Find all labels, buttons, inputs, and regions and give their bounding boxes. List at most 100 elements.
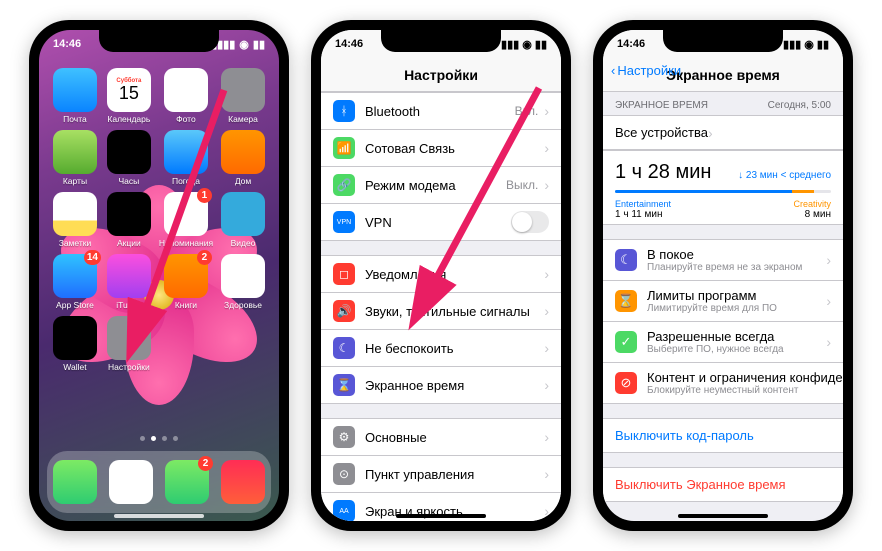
option-always-allowed[interactable]: ✓Разрешенные всегдаВыберите ПО, нужное в… <box>603 322 843 363</box>
app-camera[interactable]: Камера <box>219 68 267 124</box>
badge: 1 <box>140 312 155 327</box>
cell-sub: Выберите ПО, нужное всегда <box>647 344 826 355</box>
cell-label: Основные <box>365 430 544 445</box>
screentime-screen: 14:46 ▮▮▮ ◉ ▮▮ ‹ Настройки Экранное врем… <box>603 30 843 521</box>
app-video[interactable]: Видео <box>219 192 267 248</box>
general-icon: ⚙ <box>333 426 355 448</box>
settings-row-sounds[interactable]: 🔊Звуки, тактильные сигналы› <box>321 293 561 330</box>
messages-app[interactable]: 2 <box>165 460 209 504</box>
cell-label: В покое <box>647 247 826 262</box>
chevron-icon: › <box>544 377 549 393</box>
notch <box>99 30 219 52</box>
app-wallet[interactable]: Wallet <box>51 316 99 372</box>
app-label: App Store <box>56 300 94 310</box>
health-icon <box>221 254 265 298</box>
cell-label: Разрешенные всегда <box>647 329 826 344</box>
app-itunes[interactable]: iTunes <box>105 254 153 310</box>
toggle[interactable] <box>511 211 549 233</box>
disable-screentime-link[interactable]: Выключить Экранное время <box>603 467 843 502</box>
usage-total: 1 ч 28 мин <box>615 161 711 184</box>
home-screen[interactable]: 14:46 ▮▮▮▮ ◉ ▮▮ ПочтаСуббота15КалендарьФ… <box>39 30 279 521</box>
app-label: Настройки <box>108 362 150 372</box>
home-icon <box>221 130 265 174</box>
camera-icon <box>221 68 265 112</box>
settings-row-dnd[interactable]: ☾Не беспокоить› <box>321 330 561 367</box>
app-label: Напоминания <box>159 238 213 248</box>
home-indicator[interactable] <box>114 514 204 518</box>
app-health[interactable]: Здоровье <box>219 254 267 310</box>
usage-card[interactable]: 1 ч 28 мин ↓ 23 мин < среднего Entertain… <box>603 150 843 225</box>
home-indicator[interactable] <box>678 514 768 518</box>
chevron-icon: › <box>826 334 831 350</box>
app-label: Книги <box>175 300 197 310</box>
settings-row-cellular[interactable]: 📶Сотовая Связь› <box>321 130 561 167</box>
safari-app[interactable] <box>109 460 153 504</box>
usage-segment <box>792 190 814 193</box>
app-limits-icon: ⌛ <box>615 290 637 312</box>
app-label: Почта <box>63 114 87 124</box>
app-cal[interactable]: Суббота15Календарь <box>105 68 153 124</box>
all-devices-row[interactable]: Все устройства › <box>603 115 843 150</box>
itunes-icon <box>107 254 151 298</box>
option-downtime[interactable]: ☾В покоеПланируйте время не за экраном› <box>603 239 843 281</box>
app-maps[interactable]: Карты <box>51 130 99 186</box>
settings-row-bluetooth[interactable]: ᚼBluetoothВкл.› <box>321 92 561 130</box>
settings-row-general[interactable]: ⚙Основные› <box>321 418 561 456</box>
app-appstore[interactable]: 14 App Store <box>51 254 99 310</box>
mail-icon <box>53 68 97 112</box>
app-label: Карты <box>63 176 87 186</box>
chevron-icon: › <box>544 503 549 519</box>
app-books[interactable]: 2Книги <box>159 254 213 310</box>
battery-icon: ▮▮ <box>253 38 265 51</box>
chevron-icon: › <box>544 303 549 319</box>
settings-row-notifications[interactable]: ◻Уведомления› <box>321 255 561 293</box>
app-stocks[interactable]: Акции <box>105 192 153 248</box>
cell-label: Контент и ограничения конфиде… <box>647 370 843 385</box>
screentime-list[interactable]: ЭКРАННОЕ ВРЕМЯ Сегодня, 5:00 Все устройс… <box>603 92 843 521</box>
usage-categories: Entertainment1 ч 11 минCreativity8 мин <box>615 199 831 220</box>
clock: 14:46 <box>335 38 363 50</box>
app-label: Здоровье <box>224 300 262 310</box>
app-clock[interactable]: Часы <box>105 130 153 186</box>
sounds-icon: 🔊 <box>333 300 355 322</box>
notes-icon <box>53 192 97 236</box>
cal-icon: Суббота15 <box>107 68 151 112</box>
cell-sub: Лимитируйте время для ПО <box>647 303 826 314</box>
settings-list[interactable]: ᚼBluetoothВкл.›📶Сотовая Связь›🔗Режим мод… <box>321 92 561 521</box>
settings-row-vpn[interactable]: VPNVPN <box>321 204 561 241</box>
app-mail[interactable]: Почта <box>51 68 99 124</box>
home-indicator[interactable] <box>396 514 486 518</box>
option-app-limits[interactable]: ⌛Лимиты программЛимитируйте время для ПО… <box>603 281 843 322</box>
phone-app[interactable] <box>53 460 97 504</box>
cell-label: Bluetooth <box>365 104 515 119</box>
settings-row-screentime[interactable]: ⌛Экранное время› <box>321 367 561 404</box>
appstore-icon: 14 <box>53 254 97 298</box>
settings-row-hotspot[interactable]: 🔗Режим модемаВыкл.› <box>321 167 561 204</box>
app-label: Заметки <box>59 238 92 248</box>
option-content[interactable]: ⊘Контент и ограничения конфиде…Блокируйт… <box>603 363 843 404</box>
app-label: Акции <box>117 238 141 248</box>
disable-passcode-link[interactable]: Выключить код-пароль <box>603 418 843 453</box>
music-app[interactable] <box>221 460 265 504</box>
app-label: Фото <box>176 114 196 124</box>
app-notes[interactable]: Заметки <box>51 192 99 248</box>
back-button[interactable]: ‹ Настройки <box>611 63 681 78</box>
app-home[interactable]: Дом <box>219 130 267 186</box>
app-reminders[interactable]: 1 Напоминания <box>159 192 213 248</box>
app-weather[interactable]: Погода <box>159 130 213 186</box>
control-center-icon: ⊙ <box>333 463 355 485</box>
settings-row-control-center[interactable]: ⊙Пункт управления› <box>321 456 561 493</box>
app-photos[interactable]: Фото <box>159 68 213 124</box>
badge: 2 <box>198 456 213 471</box>
page-dots[interactable] <box>39 436 279 441</box>
chevron-icon: › <box>826 293 831 309</box>
status-icons: ▮▮▮ ◉ ▮▮ <box>783 38 829 51</box>
app-settings[interactable]: 1Настройки <box>105 316 153 372</box>
nav-title: Настройки <box>404 67 478 83</box>
maps-icon <box>53 130 97 174</box>
status-icons: ▮▮▮▮ ◉ ▮▮ <box>211 38 265 51</box>
status-icons: ▮▮▮ ◉ ▮▮ <box>501 38 547 51</box>
clock: 14:46 <box>617 38 645 50</box>
notifications-icon: ◻ <box>333 263 355 285</box>
reminders-icon: 1 <box>164 192 208 236</box>
